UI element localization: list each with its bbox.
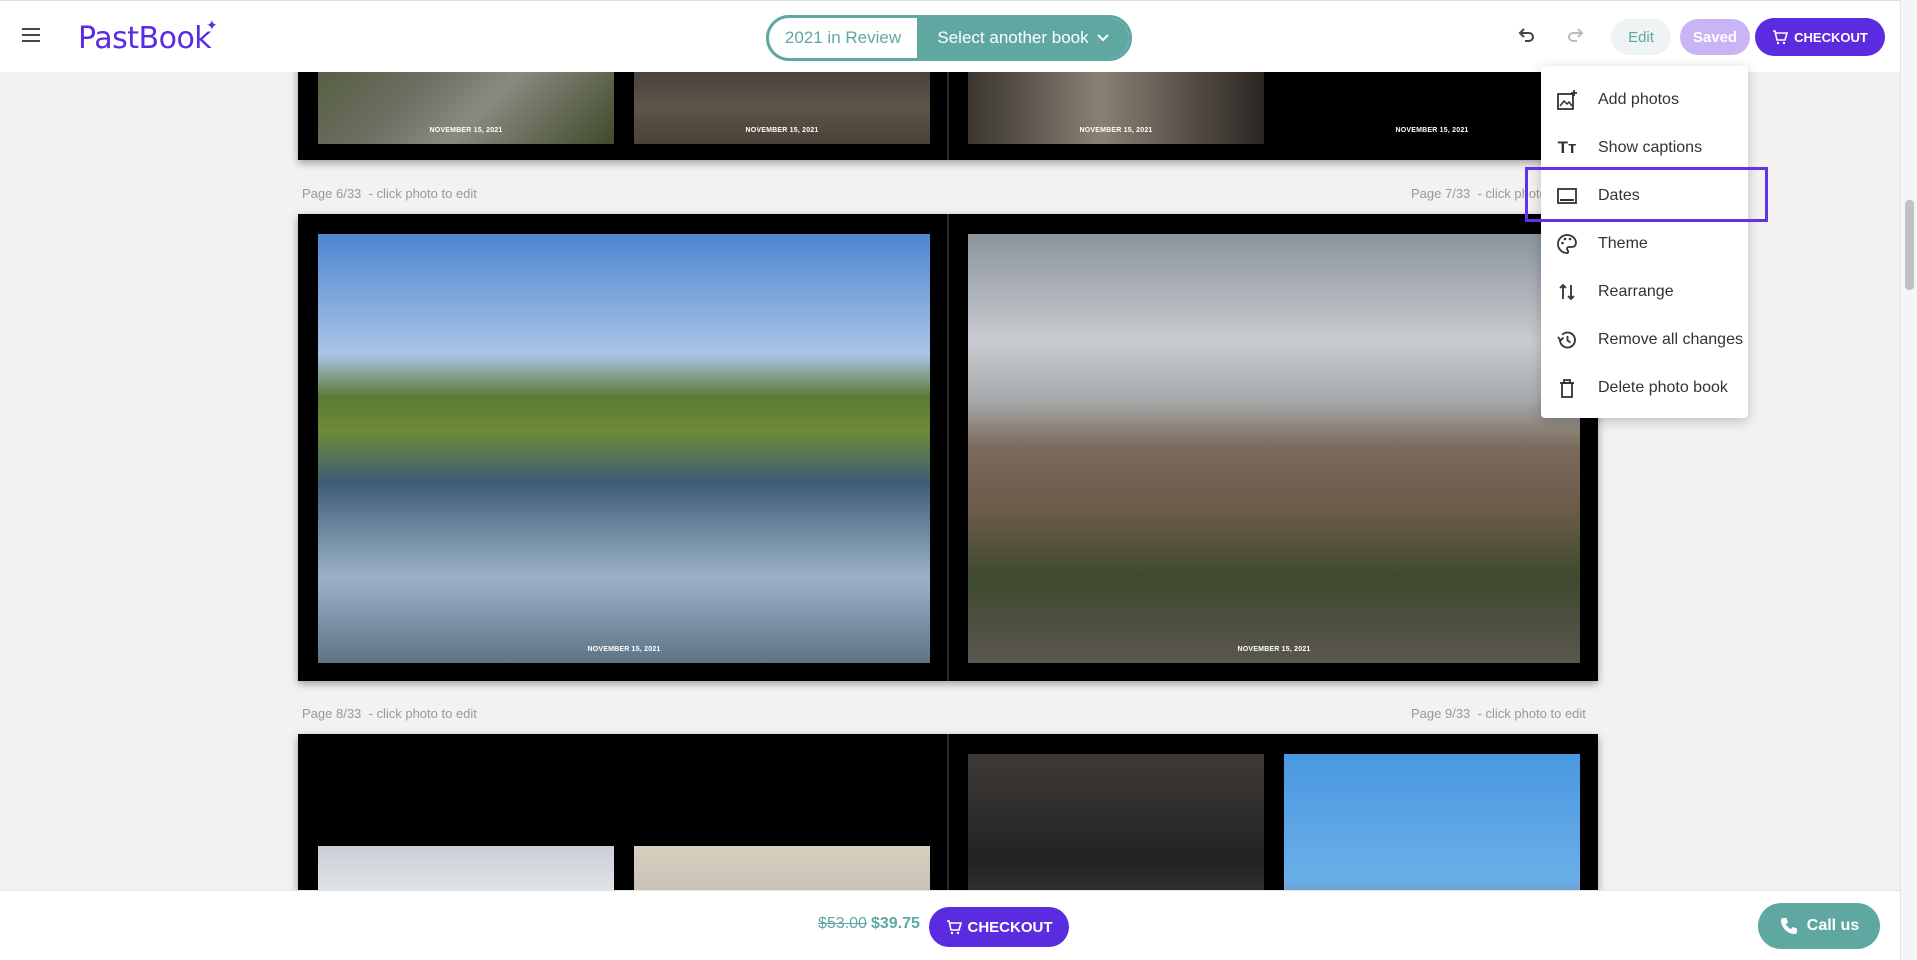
photo-building-window[interactable] (968, 754, 1264, 890)
book-switcher: 2021 in Review Select another book (766, 15, 1132, 61)
rearrange-icon (1556, 281, 1578, 303)
checkout-button-top[interactable]: CHECKOUT (1755, 18, 1885, 56)
phone-icon (1780, 918, 1797, 934)
bottom-bar: $53.00 $39.75 CHECKOUT Call us (0, 890, 1900, 960)
photo-cloudy-sky-2[interactable] (634, 846, 930, 890)
menu-item-rearrange[interactable]: Rearrange (1541, 268, 1748, 316)
call-us-button[interactable]: Call us (1758, 903, 1880, 949)
page-9-label: Page 9/33 - click photo to edit (1411, 706, 1586, 721)
select-another-book-button[interactable]: Select another book (917, 18, 1129, 58)
sparkle-icon: ✦ (206, 17, 218, 33)
history-icon (1556, 329, 1578, 351)
photo-date: NOVEMBER 15, 2021 (745, 127, 819, 134)
photo-cathedral-spire[interactable] (1284, 754, 1580, 890)
edit-dropdown-menu: Add photos Tт Show captions Dates Theme … (1541, 66, 1748, 418)
photo-date: NOVEMBER 15, 2021 (1079, 127, 1153, 134)
redo-icon[interactable] (1566, 26, 1588, 48)
photo-cobblestone[interactable]: NOVEMBER 15, 2021 (634, 72, 930, 144)
current-book-button[interactable]: 2021 in Review (769, 18, 917, 58)
page-spread-4-5: NOVEMBER 15, 2021 NOVEMBER 15, 2021 NOVE… (298, 72, 1598, 160)
photo-garden-path[interactable]: NOVEMBER 15, 2021 (318, 72, 614, 144)
photo-date: NOVEMBER 15, 2021 (429, 127, 503, 134)
photo-street-people[interactable]: NOVEMBER 15, 2021 (968, 72, 1264, 144)
trash-icon (1556, 377, 1578, 399)
menu-item-add-photos[interactable]: Add photos (1541, 76, 1748, 124)
page-spread-6-7: NOVEMBER 15, 2021 NOVEMBER 15, 2021 (298, 214, 1598, 681)
scrollbar-thumb[interactable] (1905, 200, 1914, 290)
pastbook-logo[interactable]: PastBook (78, 21, 212, 56)
dates-highlight-box (1525, 167, 1768, 222)
cart-icon (946, 920, 962, 935)
photo-empty-slot[interactable]: NOVEMBER 15, 2021 (1284, 72, 1580, 144)
checkout-button-bottom[interactable]: CHECKOUT (929, 907, 1069, 947)
original-price: $53.00 (818, 915, 867, 932)
photo-date: NOVEMBER 15, 2021 (1395, 127, 1469, 134)
photo-park-guell[interactable]: NOVEMBER 15, 2021 (968, 234, 1580, 663)
edit-button[interactable]: Edit (1611, 19, 1671, 55)
photo-date: NOVEMBER 15, 2021 (1237, 646, 1311, 653)
add-photo-icon (1556, 89, 1578, 111)
checkout-label: CHECKOUT (967, 918, 1053, 936)
menu-item-show-captions[interactable]: Tт Show captions (1541, 124, 1748, 172)
palette-icon (1556, 233, 1578, 255)
photo-date: NOVEMBER 15, 2021 (587, 646, 661, 653)
discounted-price: $39.75 (871, 915, 920, 932)
select-book-label: Select another book (937, 28, 1089, 47)
saved-button[interactable]: Saved (1680, 19, 1750, 55)
call-us-label: Call us (1806, 917, 1860, 934)
photo-cloudy-sky-1[interactable] (318, 846, 614, 890)
page-spread-8-9 (298, 734, 1598, 890)
menu-icon[interactable] (22, 28, 40, 42)
page-scrollbar[interactable] (1900, 0, 1917, 960)
text-size-icon: Tт (1557, 138, 1577, 157)
checkout-label: CHECKOUT (1794, 29, 1868, 45)
page-8-label: Page 8/33 - click photo to edit (302, 706, 477, 721)
cart-icon (1773, 30, 1789, 45)
undo-icon[interactable] (1516, 26, 1538, 48)
photo-park-lake[interactable]: NOVEMBER 15, 2021 (318, 234, 930, 663)
menu-item-delete-photo-book[interactable]: Delete photo book (1541, 364, 1748, 412)
top-header: PastBook ✦ 2021 in Review Select another… (0, 0, 1900, 72)
chevron-down-icon (1096, 34, 1109, 42)
menu-item-theme[interactable]: Theme (1541, 220, 1748, 268)
page-6-label: Page 6/33 - click photo to edit (302, 186, 477, 201)
menu-item-remove-all-changes[interactable]: Remove all changes (1541, 316, 1748, 364)
